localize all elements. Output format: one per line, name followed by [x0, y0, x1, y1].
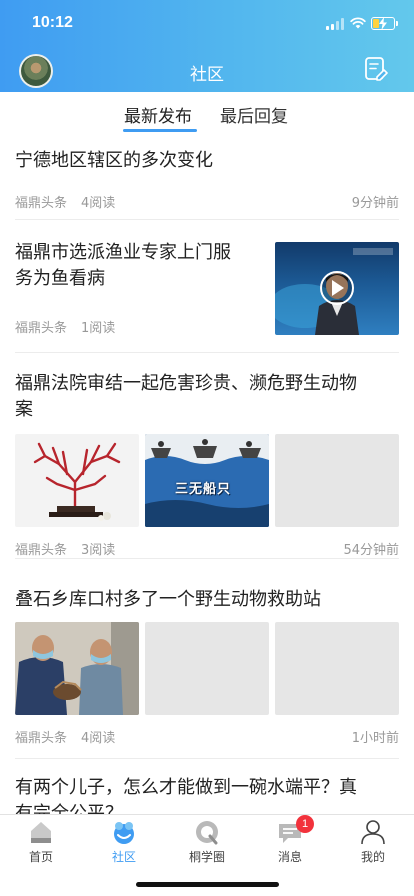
page-title: 社区 [190, 65, 224, 85]
article-image[interactable] [15, 434, 139, 527]
article-item[interactable]: 福鼎法院审结一起危害珍贵、濒危野生动物 案 三无船只 福鼎头条 3阅读 54分钟… [0, 353, 414, 558]
article-reads: 4阅读 [81, 196, 116, 211]
article-title-line: 有两个儿子，怎么才能做到一碗水端平？真 [15, 777, 357, 798]
article-time: 1小时前 [351, 731, 399, 746]
image-placeholder [145, 622, 269, 715]
article-time: 9分钟前 [351, 196, 399, 211]
article-feed: 宁德地区辖区的多次变化 福鼎头条 4阅读 9分钟前 福鼎市选派渔业专家上门服 务为… [0, 134, 414, 814]
article-item[interactable]: 叠石乡库口村多了一个野生动物救助站 福鼎头条 4阅读 1小时前 [0, 559, 414, 764]
article-title: 有两个儿子，怎么才能做到一碗水端平？真 有完全公平？ [15, 775, 399, 814]
tab-latest[interactable]: 最新发布 [124, 102, 192, 127]
article-meta: 福鼎头条 3阅读 [15, 539, 115, 558]
status-bar: 10:12 [0, 0, 414, 48]
article-title-line: 案 [15, 399, 33, 420]
article-source: 福鼎头条 [15, 731, 68, 746]
circle-icon [196, 821, 218, 845]
image-caption: 三无船只 [175, 482, 232, 497]
home-icon [31, 822, 51, 843]
article-title-line: 福鼎市选派渔业专家上门服 [15, 242, 231, 263]
article-title: 叠石乡库口村多了一个野生动物救助站 [15, 589, 321, 610]
article-source: 福鼎头条 [15, 321, 68, 336]
tab-profile[interactable]: 我的 [332, 815, 414, 871]
article-source: 福鼎头条 [15, 543, 68, 558]
active-tab-indicator [123, 129, 197, 132]
article-item[interactable]: 宁德地区辖区的多次变化 福鼎头条 4阅读 9分钟前 [0, 134, 414, 220]
article-meta: 福鼎头条 1阅读 [15, 317, 115, 336]
compose-icon[interactable] [363, 56, 389, 82]
article-title-line: 福鼎法院审结一起危害珍贵、濒危野生动物 [15, 373, 357, 394]
tab-label: 消息 [277, 850, 302, 864]
article-reads: 3阅读 [81, 543, 116, 558]
article-meta: 福鼎头条 4阅读 [15, 727, 115, 746]
article-image[interactable] [15, 622, 139, 715]
feed-tabs: 最新发布 最后回复 [0, 92, 414, 134]
article-title-line: 有完全公平？ [15, 803, 123, 814]
community-icon [114, 822, 134, 844]
tab-home[interactable]: 首页 [0, 815, 82, 871]
article-title: 宁德地区辖区的多次变化 [15, 150, 213, 171]
article-reads: 4阅读 [81, 731, 116, 746]
article-meta: 福鼎头条 4阅读 [15, 192, 115, 211]
tab-messages[interactable]: 1 消息 [249, 815, 331, 871]
article-image[interactable]: 三无船只 [145, 434, 269, 527]
tab-label: 首页 [28, 850, 53, 864]
tab-label: 桐学圈 [188, 850, 225, 864]
unread-badge: 1 [296, 815, 314, 833]
article-source: 福鼎头条 [15, 196, 68, 211]
status-time: 10:12 [32, 14, 73, 31]
article-title: 福鼎市选派渔业专家上门服 务为鱼看病 [15, 240, 265, 292]
article-time: 54分钟前 [343, 543, 399, 558]
image-placeholder [275, 434, 399, 527]
tab-circle[interactable]: 桐学圈 [166, 815, 248, 871]
tab-community[interactable]: 社区 [83, 815, 165, 871]
article-reads: 1阅读 [81, 321, 116, 336]
tab-last-reply[interactable]: 最后回复 [220, 102, 288, 127]
home-indicator [136, 882, 279, 887]
app-header: 10:12 社区 [0, 0, 414, 92]
tab-label: 社区 [111, 850, 136, 864]
article-title: 福鼎法院审结一起危害珍贵、濒危野生动物 案 [15, 371, 399, 423]
article-item[interactable]: 有两个儿子，怎么才能做到一碗水端平？真 有完全公平？ [0, 759, 414, 814]
cellular-signal-icon [326, 18, 344, 30]
battery-icon [371, 17, 398, 30]
wifi-icon [350, 17, 366, 29]
tab-label: 我的 [360, 850, 385, 864]
image-placeholder [275, 622, 399, 715]
video-thumbnail[interactable] [275, 242, 399, 335]
article-item[interactable]: 福鼎市选派渔业专家上门服 务为鱼看病 福鼎头条 1阅读 [0, 220, 414, 353]
article-title-line: 务为鱼看病 [15, 268, 105, 289]
profile-icon [361, 820, 385, 845]
